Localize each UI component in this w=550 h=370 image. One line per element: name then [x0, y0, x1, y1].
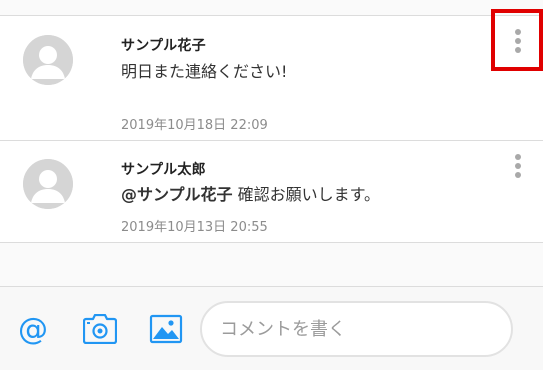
user-avatar-icon[interactable] [23, 159, 73, 209]
comment-input[interactable] [200, 301, 513, 357]
comment-body: 明日また連絡ください! [121, 62, 288, 81]
divider [0, 242, 543, 243]
menu-dot [515, 172, 521, 178]
comment-text: @サンプル花子 確認お願いします。 [121, 181, 380, 205]
menu-dot [515, 154, 521, 160]
comment-text: 明日また連絡ください! [121, 58, 287, 82]
at-mention-icon[interactable]: @ [15, 311, 51, 347]
comment-panel: サンプル花子 明日また連絡ください! 2019年10月18日 22:09 サンプ… [0, 0, 543, 370]
camera-icon[interactable] [82, 311, 118, 347]
comment-author[interactable]: サンプル太郎 [121, 159, 206, 179]
comment-body: 確認お願いします。 [232, 185, 381, 204]
more-vertical-icon[interactable] [507, 151, 529, 181]
menu-dot [515, 29, 521, 35]
menu-dot [515, 163, 521, 169]
window-edge [543, 0, 550, 370]
comment-item: サンプル太郎 @サンプル花子 確認お願いします。 2019年10月13日 20:… [0, 141, 543, 242]
comment-timestamp: 2019年10月18日 22:09 [121, 118, 268, 133]
comment-author[interactable]: サンプル花子 [121, 35, 206, 55]
comment-item: サンプル花子 明日また連絡ください! 2019年10月18日 22:09 [0, 16, 543, 140]
user-avatar-icon[interactable] [23, 35, 73, 85]
more-vertical-icon[interactable] [507, 26, 529, 56]
comment-timestamp: 2019年10月13日 20:55 [121, 220, 268, 235]
image-icon[interactable] [148, 311, 184, 347]
comment-mention[interactable]: @サンプル花子 [121, 185, 233, 204]
svg-text:@: @ [18, 312, 48, 346]
menu-dot [515, 47, 521, 53]
menu-dot [515, 38, 521, 44]
comment-composer: @ [0, 286, 543, 370]
